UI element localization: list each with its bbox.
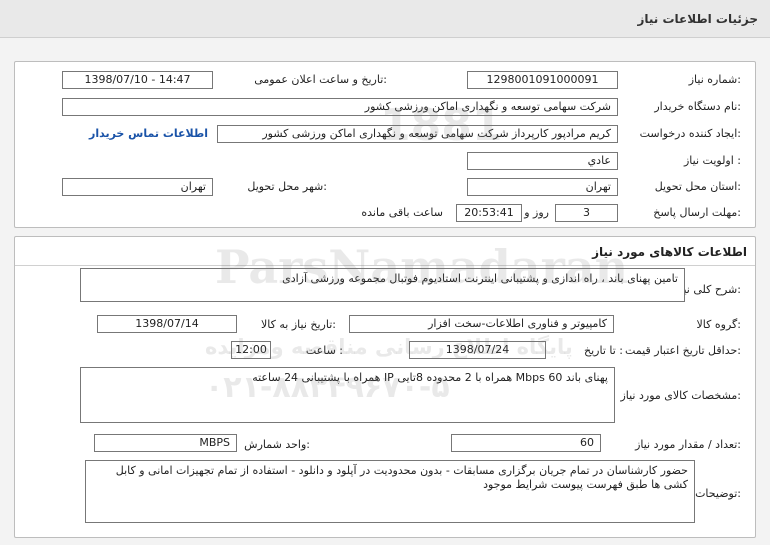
quantity-label: تعداد / مقدار مورد نیاز: — [635, 438, 741, 451]
need-number-label: شماره نیاز: — [688, 73, 741, 86]
unit-field: MBPS — [94, 434, 237, 452]
price-validity-label: حداقل تاریخ اعتبار قیمت: — [625, 344, 741, 357]
unit-label: واحد شمارش: — [244, 438, 310, 451]
watermark-number: 1881 — [380, 100, 503, 151]
buyer-field: شرکت سهامی توسعه و نگهداری اماکن ورزشی ک… — [62, 98, 618, 116]
watermark-brand: ParsNamadaran — [215, 240, 629, 294]
goods-group-label: گروه کالا: — [696, 318, 741, 331]
until-date-label: تا تاریخ : — [584, 344, 623, 357]
buyer-label: نام دستگاه خریدار: — [654, 100, 741, 113]
announce-date-field: 1398/07/10 - 14:47 — [62, 71, 213, 89]
buyer-notes-field: حضور کارشناسان در تمام جریان برگزاری مسا… — [85, 460, 695, 523]
remaining-label: ساعت باقی مانده — [361, 206, 443, 219]
creator-label: ایجاد کننده درخواست: — [639, 127, 741, 140]
watermark-tagline: پایگاه اطلاع رسانی مناقصه ومزایده — [205, 335, 573, 359]
days-and-label: روز و — [524, 206, 549, 219]
watermark-phone: ۰۲۱-۸۸۳۴۹۶۷۰-۵ — [205, 370, 450, 405]
priority-field: عادي — [467, 152, 618, 170]
page-title: جزئیات اطلاعات نیاز — [637, 12, 758, 26]
province-label: استان محل تحویل: — [654, 180, 741, 193]
priority-label: اولویت نیاز : — [683, 154, 741, 167]
need-date-field: 1398/07/14 — [97, 315, 237, 333]
province-field: تهران — [467, 178, 618, 196]
need-number-field: 1298001091000091 — [467, 71, 618, 89]
need-date-label: تاریخ نیاز به کالا: — [261, 318, 336, 331]
city-field: تهران — [62, 178, 213, 196]
deadline-label: مهلت ارسال پاسخ: — [653, 206, 741, 219]
spec-label: مشخصات کالای مورد نیاز: — [620, 389, 741, 402]
deadline-time-field: 20:53:41 — [456, 204, 522, 222]
city-label: شهر محل تحویل: — [247, 180, 327, 193]
announce-date-label: تاریخ و ساعت اعلان عمومی: — [254, 73, 387, 86]
goods-group-field: کامپیوتر و فناوری اطلاعات-سخت افزار — [349, 315, 614, 333]
buyer-contact-link[interactable]: اطلاعات تماس خریدار — [89, 127, 208, 140]
page-header: جزئیات اطلاعات نیاز — [0, 0, 770, 38]
deadline-days-field: 3 — [555, 204, 618, 222]
quantity-field: 60 — [451, 434, 601, 452]
